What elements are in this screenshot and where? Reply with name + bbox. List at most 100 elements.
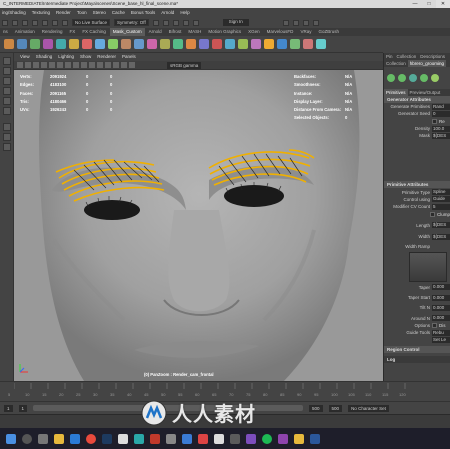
- taper-field[interactable]: 0.000: [432, 284, 450, 291]
- tab-marvelous[interactable]: MarvelousFD: [264, 28, 297, 36]
- camera-icon[interactable]: [17, 62, 23, 68]
- mail-icon[interactable]: [198, 433, 208, 444]
- xgen-tool-4-icon[interactable]: [420, 74, 428, 82]
- paint-select-icon[interactable]: [3, 77, 11, 85]
- tab-fx[interactable]: FX: [67, 28, 79, 36]
- select-tool-icon[interactable]: [2, 19, 8, 26]
- maximize-button[interactable]: □: [422, 0, 436, 8]
- range-end-field[interactable]: 500: [309, 404, 323, 412]
- layout-single-icon[interactable]: [3, 123, 11, 131]
- shelf-tool-13-icon[interactable]: [160, 39, 170, 49]
- shelf-tool-8-icon[interactable]: [95, 39, 105, 49]
- viewport-menu-shading[interactable]: Shading: [36, 53, 53, 61]
- pr-icon[interactable]: [278, 433, 288, 444]
- modeling-toolkit-icon[interactable]: [292, 19, 299, 26]
- xgen-tool-5-icon[interactable]: [431, 74, 439, 82]
- channel-box-icon[interactable]: [312, 19, 319, 26]
- rebuild-button[interactable]: Rebu: [432, 329, 450, 336]
- colorspace-dropdown[interactable]: sRGB gamma: [167, 61, 202, 69]
- width-field[interactable]: ${DES: [432, 233, 450, 240]
- lasso-icon[interactable]: [3, 67, 11, 75]
- scale-icon[interactable]: [3, 107, 11, 115]
- shelf-tool-25-icon[interactable]: [316, 39, 326, 49]
- menu-shading[interactable]: ing/Shading: [2, 8, 26, 17]
- primitive-type-value[interactable]: Spline: [432, 189, 450, 196]
- modifier-cv-field[interactable]: 5: [432, 203, 450, 210]
- tab-motion-graphics[interactable]: Motion Graphics: [205, 28, 244, 36]
- shelf-tool-21-icon[interactable]: [264, 39, 274, 49]
- shadows-icon[interactable]: [105, 62, 111, 68]
- attribute-editor-icon[interactable]: [302, 19, 309, 26]
- viewport-menu-view[interactable]: View: [20, 53, 30, 61]
- tab-xgen[interactable]: XGen: [245, 28, 263, 36]
- shelf-tool-2-icon[interactable]: [17, 39, 27, 49]
- ps2-icon[interactable]: [246, 433, 256, 444]
- snap-grid-icon[interactable]: [32, 19, 38, 26]
- viewport-menu-panels[interactable]: Panels: [122, 53, 136, 61]
- range-outer-end-field[interactable]: 500: [328, 404, 343, 412]
- bookmark-icon[interactable]: [33, 62, 39, 68]
- workspace-icon[interactable]: [282, 19, 289, 26]
- taper-start-field[interactable]: 0.000: [432, 294, 450, 301]
- marvelous-icon[interactable]: [182, 433, 192, 444]
- shelf-tool-1-icon[interactable]: [4, 39, 14, 49]
- density-field[interactable]: 100.0: [432, 125, 450, 132]
- collection-dropdown[interactable]: hbrero_grooming: [407, 60, 447, 67]
- smooth-shade-icon[interactable]: [81, 62, 87, 68]
- paint-tool-icon[interactable]: [22, 19, 28, 26]
- tilt-n-field[interactable]: 0.000: [432, 304, 450, 311]
- zbrush-icon[interactable]: [166, 433, 176, 444]
- length-field[interactable]: ${DES: [432, 222, 450, 229]
- shelf-tool-5-icon[interactable]: [56, 39, 66, 49]
- viewport-menu-lighting[interactable]: Lighting: [58, 53, 74, 61]
- close-button[interactable]: ✕: [436, 0, 450, 8]
- tab-gozbrush[interactable]: GoZBrush: [315, 28, 342, 36]
- menu-toon[interactable]: Toon: [77, 8, 87, 17]
- menu-cache[interactable]: Cache: [112, 8, 125, 17]
- menu-texturing[interactable]: Texturing: [32, 8, 50, 17]
- photoshop-icon[interactable]: [102, 433, 112, 444]
- ao-icon[interactable]: [113, 62, 119, 68]
- control-using-value[interactable]: Guide: [432, 196, 450, 203]
- shelf-tool-11-icon[interactable]: [134, 39, 144, 49]
- layout-two-icon[interactable]: [3, 143, 11, 151]
- tab-primitives[interactable]: Primitives: [384, 89, 408, 96]
- viewport-menu-renderer[interactable]: Renderer: [97, 53, 116, 61]
- shelf-tool-12-icon[interactable]: [147, 39, 157, 49]
- tab-rendering[interactable]: Rendering: [39, 28, 66, 36]
- maya-icon[interactable]: [134, 433, 144, 444]
- mask-field[interactable]: ${DES: [432, 132, 450, 139]
- xgen-tool-1-icon[interactable]: [387, 74, 395, 82]
- media-icon[interactable]: [214, 433, 224, 444]
- resolution-gate-icon[interactable]: [65, 62, 71, 68]
- shelf-tool-14-icon[interactable]: [173, 39, 183, 49]
- shelf-tool-6-icon[interactable]: [69, 39, 79, 49]
- windows-icon[interactable]: [6, 433, 16, 444]
- word-icon[interactable]: [310, 433, 320, 444]
- shelf-tool-4-icon[interactable]: [43, 39, 53, 49]
- menu-help[interactable]: Help: [180, 8, 189, 17]
- primitive-attributes-header[interactable]: Primitive Attributes: [384, 181, 450, 189]
- generator-attributes-header[interactable]: Generator Attributes: [384, 96, 450, 103]
- calc-icon[interactable]: [230, 433, 240, 444]
- k-icon[interactable]: [118, 433, 128, 444]
- shelf-tool-15-icon[interactable]: [186, 39, 196, 49]
- set-length-button[interactable]: Set Le: [432, 336, 450, 343]
- task-view-icon[interactable]: [38, 433, 48, 444]
- select-icon[interactable]: [3, 57, 11, 65]
- shelf-tool-19-icon[interactable]: [238, 39, 248, 49]
- tab-bifrost[interactable]: Bifrost: [166, 28, 185, 36]
- live-surface-dropdown[interactable]: No Live Surface: [72, 19, 111, 26]
- menu-bonus-tools[interactable]: Bonus Tools: [131, 8, 155, 17]
- film-gate-icon[interactable]: [57, 62, 63, 68]
- textured-icon[interactable]: [89, 62, 95, 68]
- folder2-icon[interactable]: [294, 433, 304, 444]
- log-header[interactable]: Log: [384, 355, 450, 363]
- folder-icon[interactable]: [54, 433, 64, 444]
- shelf-tool-3-icon[interactable]: [30, 39, 40, 49]
- render-settings-icon[interactable]: [172, 19, 179, 26]
- shelf-tool-16-icon[interactable]: [199, 39, 209, 49]
- shelf-tool-9-icon[interactable]: [108, 39, 118, 49]
- store-icon[interactable]: [70, 433, 80, 444]
- symmetry-dropdown[interactable]: Symmetry: Off: [114, 19, 149, 26]
